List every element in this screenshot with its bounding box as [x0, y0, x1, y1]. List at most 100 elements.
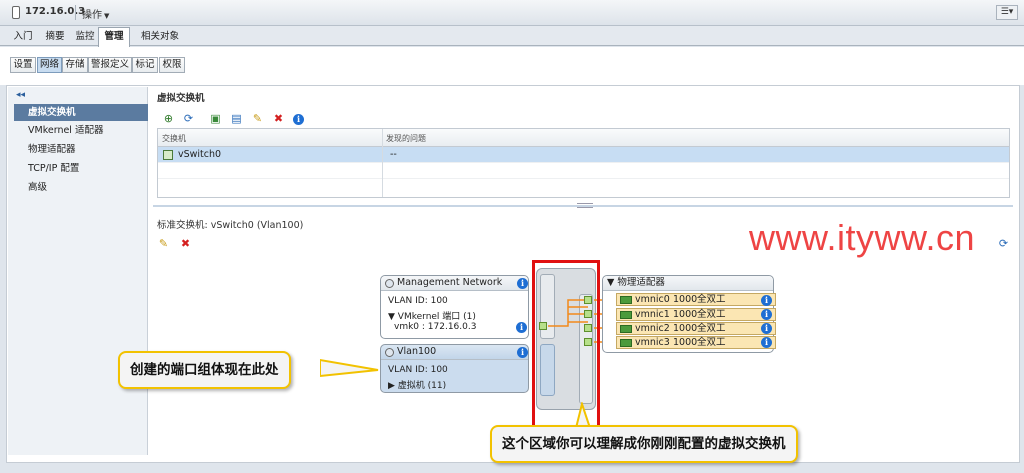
host-icon: [12, 6, 20, 19]
tab-manage[interactable]: 管理: [98, 27, 130, 47]
nav-item-virtual-switches[interactable]: 虚拟交换机: [14, 104, 148, 121]
manage-adapters-icon[interactable]: ▤: [230, 112, 243, 125]
table-header: 交换机 发现的问题: [158, 129, 1009, 147]
vmk-info-icon[interactable]: i: [516, 322, 527, 333]
tab-summary[interactable]: 摘要: [40, 29, 70, 46]
section-title-standard-switch: 标准交换机: vSwitch0 (Vlan100): [157, 220, 304, 231]
column-header-switch[interactable]: 交换机: [162, 133, 186, 144]
nav-item-physical-adapters[interactable]: 物理适配器: [14, 141, 148, 158]
vms-label: 虚拟机 (11): [397, 381, 447, 391]
nic-row[interactable]: vmnic1 1000 全双工: [616, 308, 776, 321]
vmkernel-ports-label: VMkernel 端口 (1): [397, 312, 476, 322]
switch-icon: [163, 150, 173, 160]
chevron-down-icon: ▼: [104, 12, 110, 20]
expand-icon: ▼: [388, 312, 398, 322]
column-header-issues[interactable]: 发现的问题: [386, 133, 426, 144]
nic-duplex: 全双工: [697, 294, 726, 305]
actions-menu[interactable]: 操作 ▼: [82, 6, 109, 21]
left-nav: ◂◂ 虚拟交换机 VMkernel 适配器 物理适配器 TCP/IP 配置 高级: [8, 87, 148, 455]
vmkernel-ports-toggle[interactable]: ▼ VMkernel 端口 (1): [388, 309, 476, 322]
callout-portgroup: 创建的端口组体现在此处: [118, 351, 291, 389]
info-icon[interactable]: i: [517, 347, 528, 358]
portgroup-vlan: VLAN ID: 100: [388, 296, 448, 306]
network-icon: [385, 279, 394, 288]
nic-speed: 1000: [673, 309, 698, 320]
title-divider: [75, 5, 76, 20]
tab-related-objects[interactable]: 相关对象: [132, 29, 188, 46]
subtab-storage[interactable]: 存储: [62, 57, 88, 73]
callout-vswitch: 这个区域你可以理解成你刚刚配置的虚拟交换机: [490, 425, 798, 463]
portgroup-name: Vlan100: [397, 346, 437, 357]
nic-name: vmnic2: [635, 323, 670, 334]
delete-switch-icon[interactable]: ✖: [179, 237, 192, 250]
subtab-alarm-definitions[interactable]: 警报定义: [88, 57, 132, 73]
nic-name: vmnic0: [635, 294, 670, 305]
table-row[interactable]: vSwitch0 --: [158, 147, 1009, 163]
refresh-diagram-icon[interactable]: ⟳: [997, 237, 1010, 250]
switch-table: 交换机 发现的问题 vSwitch0 --: [157, 128, 1010, 198]
table-row-empty: [158, 163, 1009, 179]
sub-tabs: 设置 网络 存储 警报定义 标记 权限: [0, 47, 1024, 85]
nav-item-advanced[interactable]: 高级: [14, 179, 148, 196]
portgroup-header: Management Network: [381, 276, 528, 291]
nic-speed: 1000: [673, 337, 698, 348]
nic-speed: 1000: [673, 323, 698, 334]
subtab-networking[interactable]: 网络: [37, 57, 62, 73]
vmk-port: vmk0 : 172.16.0.3: [394, 322, 477, 332]
actions-label: 操作: [82, 10, 102, 21]
nic-icon: [620, 311, 632, 319]
info-icon[interactable]: i: [517, 278, 528, 289]
menu-icon[interactable]: ☰▾: [996, 5, 1018, 20]
nic-info-icon[interactable]: i: [761, 337, 772, 348]
switch-issue: --: [390, 149, 397, 160]
nic-icon: [620, 296, 632, 304]
nic-info-icon[interactable]: i: [761, 323, 772, 334]
nic-name: vmnic3: [635, 337, 670, 348]
nic-row[interactable]: vmnic2 1000 全双工: [616, 322, 776, 335]
watermark: www.ityww.cn: [749, 217, 976, 258]
portgroup-management-network[interactable]: Management Network i VLAN ID: 100 ▼ VMke…: [380, 275, 529, 339]
tab-monitor[interactable]: 监控: [70, 29, 100, 46]
nic-icon: [620, 339, 632, 347]
host-title: 172.16.0.3: [25, 6, 86, 17]
nav-item-vmkernel-adapters[interactable]: VMkernel 适配器: [14, 122, 148, 139]
nic-icon: [620, 325, 632, 333]
nic-info-icon[interactable]: i: [761, 295, 772, 306]
network-icon: [385, 348, 394, 357]
subtab-permissions[interactable]: 权限: [159, 57, 185, 73]
subtab-settings[interactable]: 设置: [10, 57, 36, 73]
physical-adapters-title: 物理适配器: [617, 277, 665, 288]
splitter-handle[interactable]: [577, 203, 593, 208]
section-title-virtual-switches: 虚拟交换机: [157, 93, 205, 104]
portgroup-vlan: VLAN ID: 100: [388, 365, 448, 375]
nic-duplex: 全双工: [697, 337, 726, 348]
nic-duplex: 全双工: [697, 323, 726, 334]
info-icon[interactable]: i: [293, 114, 304, 125]
portgroup-header: Vlan100: [381, 345, 528, 360]
nic-row[interactable]: vmnic3 1000 全双工: [616, 336, 776, 349]
portgroup-name: Management Network: [397, 277, 503, 288]
nic-duplex: 全双工: [697, 309, 726, 320]
edit-icon[interactable]: ✎: [251, 112, 264, 125]
main-tabs: 入门 摘要 监控 管理 相关对象: [0, 26, 1024, 47]
callout-pointer-shape: [320, 358, 379, 378]
nic-name: vmnic1: [635, 309, 670, 320]
expand-icon: ▶: [388, 381, 398, 391]
physical-adapters-header[interactable]: ▼ 物理适配器: [603, 276, 773, 291]
portgroup-vlan100[interactable]: Vlan100 i VLAN ID: 100 ▶ 虚拟机 (11): [380, 344, 529, 393]
switch-name: vSwitch0: [178, 149, 222, 160]
subtab-tags[interactable]: 标记: [132, 57, 158, 73]
edit-switch-icon[interactable]: ✎: [157, 237, 170, 250]
nic-info-icon[interactable]: i: [761, 309, 772, 320]
collapse-icon[interactable]: ◂◂: [16, 90, 25, 100]
refresh-icon[interactable]: ⟳: [182, 112, 195, 125]
callout-pointer: [320, 358, 379, 378]
nic-row[interactable]: vmnic0 1000 全双工: [616, 293, 776, 306]
nav-item-tcpip-config[interactable]: TCP/IP 配置: [14, 160, 148, 177]
column-divider: [382, 129, 383, 197]
add-networking-icon[interactable]: ⊕: [162, 112, 175, 125]
delete-icon[interactable]: ✖: [272, 112, 285, 125]
migrate-icon[interactable]: ▣: [209, 112, 222, 125]
tab-getting-started[interactable]: 入门: [8, 29, 38, 46]
vms-toggle[interactable]: ▶ 虚拟机 (11): [388, 378, 446, 391]
